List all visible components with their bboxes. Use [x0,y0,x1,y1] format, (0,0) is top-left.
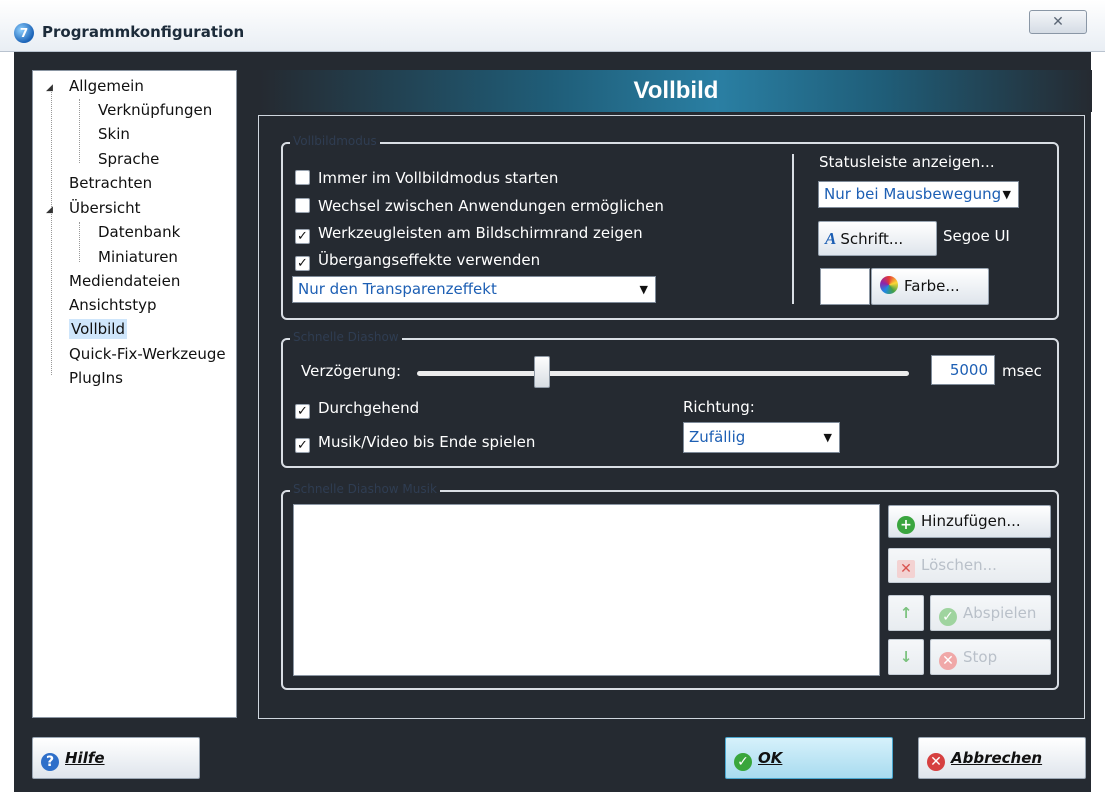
add-button[interactable]: + Hinzufügen... [888,505,1051,538]
status-bar-label: Statusleiste anzeigen... [819,153,995,171]
delay-slider-thumb[interactable] [534,356,550,388]
help-icon: ? [41,753,59,771]
checkbox-continuous[interactable]: ✓ Durchgehend [295,397,419,419]
tree-item-betrachten[interactable]: Betrachten [69,172,152,194]
tree-item-sprache[interactable]: Sprache [98,148,159,170]
font-name: Segoe UI [943,227,1010,245]
direction-label: Richtung: [683,398,755,416]
title-bar: 7 Programmkonfiguration ✕ [0,0,1105,52]
plus-icon: + [897,516,915,534]
delete-icon: ✕ [897,560,915,578]
checkbox-toolbars-edge[interactable]: ✓ Werkzeugleisten am Bildschirmrand zeige… [295,222,643,244]
ok-button[interactable]: ✓ OK [725,737,893,779]
page-title: Vollbild [633,77,719,104]
checkbox-transitions[interactable]: ✓ Übergangseffekte verwenden [295,249,540,271]
tree-item-mediendateien[interactable]: Mediendateien [69,270,180,292]
font-button[interactable]: A Schrift... [818,221,937,256]
group-label-vollbildmodus: Vollbildmodus [290,134,380,148]
tree-item-vollbild[interactable]: Vollbild [69,318,127,340]
delay-input[interactable]: 5000 [931,355,995,385]
category-tree[interactable]: ◢ ◢ Allgemein Verknüpfungen Skin Sprache… [32,70,237,718]
delay-slider-track[interactable] [417,371,909,376]
move-up-button[interactable]: ↑ [888,595,924,631]
group-label-music: Schnelle Diashow Musik [290,482,440,496]
tree-item-miniaturen[interactable]: Miniaturen [98,246,178,268]
color-button[interactable]: Farbe... [871,268,989,305]
arrow-up-icon: ↑ [899,604,913,622]
checkbox-box[interactable]: ✓ [295,256,310,271]
window-title: Programmkonfiguration [42,23,245,41]
checkbox-box[interactable] [295,198,310,213]
group-label-diashow: Schnelle Diashow [290,330,402,344]
check-icon: ✓ [734,753,752,771]
checkbox-box[interactable] [295,170,310,185]
divider [792,154,794,304]
stop-button[interactable]: ✕ Stop [930,639,1051,675]
chevron-down-icon: ▼ [999,182,1011,207]
cancel-icon: ✕ [927,753,945,771]
close-button[interactable]: ✕ [1029,10,1087,34]
expand-arrow-icon[interactable]: ◢ [46,205,53,215]
checkbox-app-switch[interactable]: Wechsel zwischen Anwendungen ermöglichen [295,195,664,217]
help-button[interactable]: ? Hilfe [32,737,200,779]
checkbox-box[interactable]: ✓ [295,404,310,419]
checkbox-always-fullscreen[interactable]: Immer im Vollbildmodus starten [295,167,558,189]
tree-item-allgemein[interactable]: Allgemein [69,75,144,97]
tree-item-quick-fix[interactable]: Quick-Fix-Werkzeuge [69,343,226,365]
checkbox-box[interactable]: ✓ [295,229,310,244]
app-icon: 7 [14,23,34,43]
check-icon: ✓ [939,608,957,626]
status-bar-select[interactable]: Nur bei Mausbewegung ▼ [818,181,1019,208]
cancel-button[interactable]: ✕ Abbrechen [918,737,1086,779]
tree-item-ansichtstyp[interactable]: Ansichtstyp [69,294,156,316]
stop-icon: ✕ [939,652,957,670]
tree-item-uebersicht[interactable]: Übersicht [69,197,141,219]
chevron-down-icon: ▼ [639,283,648,296]
tree-item-skin[interactable]: Skin [98,123,130,145]
tree-item-datenbank[interactable]: Datenbank [98,221,180,243]
delay-unit: msec [1002,362,1042,380]
tree-item-plugins[interactable]: PlugIns [69,367,123,389]
arrow-down-icon: ↓ [899,648,913,666]
tree-item-verknuepfungen[interactable]: Verknüpfungen [98,99,212,121]
expand-arrow-icon[interactable]: ◢ [46,83,53,93]
checkbox-play-to-end[interactable]: ✓ Musik/Video bis Ende spielen [295,431,535,453]
font-icon: A [825,229,837,248]
delay-label: Verzögerung: [301,362,402,380]
music-list[interactable] [293,504,880,676]
delete-button[interactable]: ✕ Löschen... [888,548,1051,583]
color-wheel-icon [880,276,898,294]
checkbox-box[interactable]: ✓ [295,438,310,453]
move-down-button[interactable]: ↓ [888,639,924,675]
chevron-down-icon: ▼ [823,431,832,444]
direction-select[interactable]: Zufällig ▼ [683,422,840,453]
play-button[interactable]: ✓ Abspielen [930,595,1051,631]
effect-select[interactable]: Nur den Transparenzeffekt ▼ [292,276,656,303]
color-swatch[interactable] [820,268,870,305]
